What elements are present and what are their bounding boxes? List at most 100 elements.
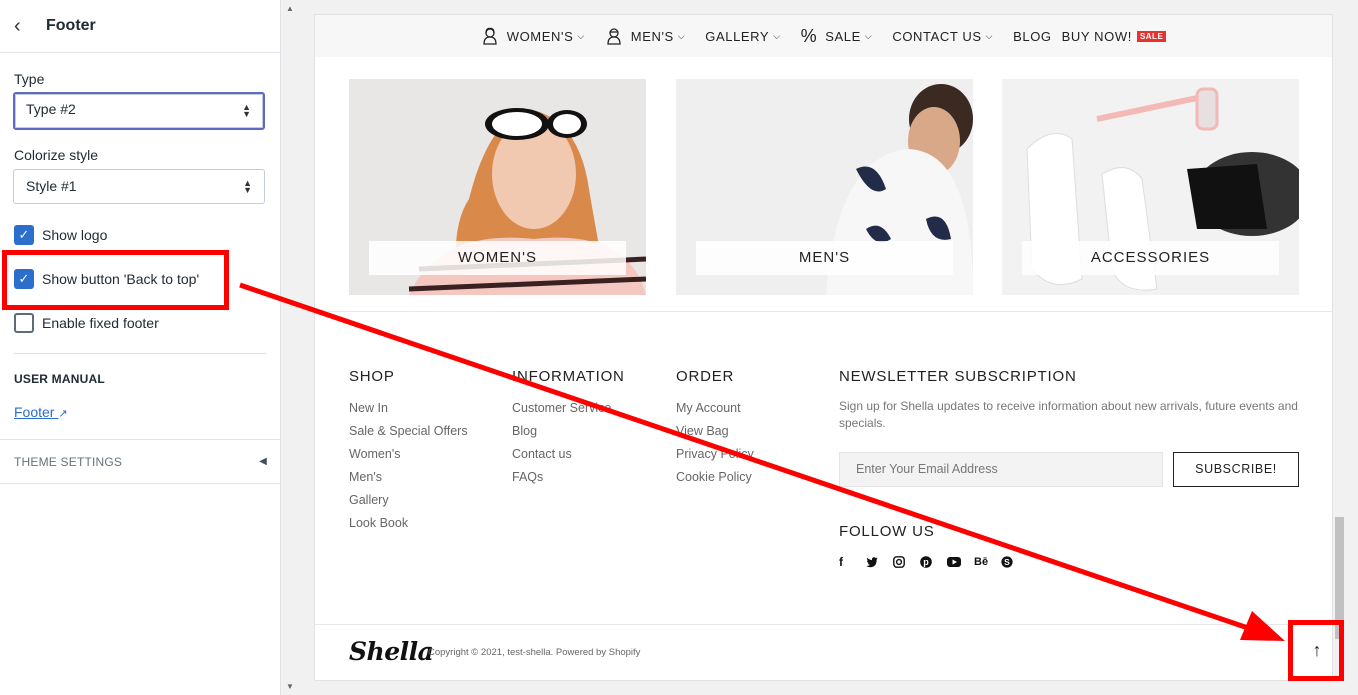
type-label: Type [14, 71, 45, 87]
scroll-down-icon[interactable]: ▼ [286, 682, 294, 691]
newsletter-text: Sign up for Shella updates to receive in… [839, 399, 1298, 430]
nav-contact-label: CONTACT US [892, 28, 982, 44]
nav-womens-label: WOMEN'S [506, 28, 574, 44]
footer-link[interactable]: Cookie Policy [676, 470, 754, 493]
select-arrows-icon: ▲ ▼ [242, 102, 251, 119]
nav-sale-label: SALE [825, 28, 861, 44]
enable-fixed-footer-checkbox-row[interactable]: Enable fixed footer [14, 313, 159, 333]
twitter-icon[interactable] [866, 556, 893, 568]
show-logo-checkbox-row[interactable]: ✓ Show logo [14, 225, 107, 245]
skype-icon[interactable]: S [1001, 556, 1028, 568]
enable-fixed-footer-checkbox[interactable] [14, 313, 34, 333]
theme-settings-label: THEME SETTINGS [14, 454, 123, 469]
type-select[interactable]: Type #2 ▲ ▼ [13, 92, 265, 130]
percent-icon: % [800, 25, 818, 46]
footer-manual-link[interactable]: Footer ↗ [14, 404, 68, 420]
footer-link[interactable]: Women's [349, 447, 468, 470]
divider [315, 624, 1332, 625]
theme-settings-section[interactable]: THEME SETTINGS ◀ [0, 439, 281, 484]
man-icon [605, 27, 623, 45]
footer-link[interactable]: Men's [349, 470, 468, 493]
svg-text:S: S [1004, 557, 1010, 567]
facebook-icon[interactable]: f [839, 555, 866, 569]
colorize-style-value: Style #1 [26, 178, 77, 194]
panel-header: ‹ Footer [0, 0, 280, 53]
user-manual-title: USER MANUAL [14, 372, 105, 386]
footer-information-title: INFORMATION [512, 368, 625, 385]
pinterest-icon[interactable]: p [920, 556, 947, 568]
colorize-style-label: Colorize style [14, 147, 99, 163]
behance-icon[interactable]: Bē [974, 556, 1001, 568]
scroll-up-icon[interactable]: ▲ [286, 4, 294, 13]
nav-item-buy-now[interactable]: BUY NOW! SALE [1062, 29, 1167, 44]
footer-link[interactable]: FAQs [512, 470, 611, 493]
show-logo-label: Show logo [42, 227, 108, 243]
external-link-icon: ↗ [58, 408, 68, 420]
annotation-highlight-checkbox [2, 250, 229, 310]
footer-link[interactable]: Contact us [512, 447, 611, 470]
settings-panel: ‹ Footer Type Type #2 ▲ ▼ Colorize style … [0, 0, 281, 695]
category-card-mens[interactable]: MEN'S [676, 79, 973, 295]
caret-left-icon: ◀ [259, 456, 267, 467]
nav-item-mens[interactable]: MEN'S ⌵ [605, 27, 685, 45]
nav-item-gallery[interactable]: GALLERY ⌵ [705, 29, 780, 44]
footer-manual-link-label: Footer [14, 404, 55, 420]
category-card-womens[interactable]: WOMEN'S [349, 79, 646, 295]
footer-link[interactable]: Privacy Policy [676, 447, 754, 470]
divider [14, 353, 266, 354]
nav-gallery-label: GALLERY [705, 28, 770, 44]
divider [315, 311, 1332, 312]
store-logo[interactable]: Shella [349, 637, 434, 666]
nav-mens-label: MEN'S [630, 28, 674, 44]
back-arrow-icon[interactable]: ‹ [14, 15, 34, 38]
chevron-down-icon: ⌵ [577, 30, 585, 41]
colorize-style-select[interactable]: Style #1 ▲ ▼ [13, 169, 265, 204]
category-card-accessories[interactable]: ACCESSORIES [1002, 79, 1299, 295]
follow-us-title: FOLLOW US [839, 523, 935, 540]
nav-buy-now-label: BUY NOW! [1061, 28, 1132, 44]
nav-item-sale[interactable]: % SALE ⌵ [801, 26, 873, 47]
footer-order-list: My Account View Bag Privacy Policy Cooki… [676, 401, 754, 493]
nav-blog-label: BLOG [1013, 28, 1052, 44]
footer-link[interactable]: Customer Service [512, 401, 611, 424]
arrow-up-icon: ↑ [1312, 639, 1322, 660]
footer-shop-list: New In Sale & Special Offers Women's Men… [349, 401, 468, 539]
footer-link[interactable]: Look Book [349, 516, 468, 539]
footer-link[interactable]: New In [349, 401, 468, 424]
category-label: MEN'S [696, 241, 953, 275]
nav-item-contact[interactable]: CONTACT US ⌵ [892, 29, 993, 44]
show-logo-checkbox[interactable]: ✓ [14, 225, 34, 245]
footer-order-title: ORDER [676, 368, 735, 385]
svg-text:p: p [923, 557, 929, 567]
newsletter-title: NEWSLETTER SUBSCRIPTION [839, 368, 1077, 385]
chevron-down-icon: ⌵ [864, 30, 873, 41]
youtube-icon[interactable] [947, 557, 974, 567]
chevron-down-icon: ⌵ [985, 30, 994, 41]
footer-link[interactable]: My Account [676, 401, 754, 424]
back-to-top-button[interactable]: ↑ [1295, 626, 1339, 674]
panel-title: Footer [46, 17, 96, 34]
category-label: ACCESSORIES [1022, 241, 1279, 275]
select-arrows-icon: ▲ ▼ [243, 177, 252, 195]
footer-link[interactable]: Blog [512, 424, 611, 447]
footer-link[interactable]: Gallery [349, 493, 468, 516]
footer-link[interactable]: Sale & Special Offers [349, 424, 468, 447]
store-preview: WOMEN'S ⌵ MEN'S ⌵ GALLERY ⌵ % SALE ⌵ CON… [314, 14, 1333, 681]
preview-scrollbar[interactable] [1333, 14, 1347, 681]
footer-information-list: Customer Service Blog Contact us FAQs [512, 401, 611, 493]
subscribe-button[interactable]: SUBSCRIBE! [1173, 452, 1299, 487]
main-nav: WOMEN'S ⌵ MEN'S ⌵ GALLERY ⌵ % SALE ⌵ CON… [315, 15, 1332, 57]
chevron-down-icon: ⌵ [677, 30, 686, 41]
nav-item-blog[interactable]: BLOG [1013, 29, 1052, 44]
footer-link[interactable]: View Bag [676, 424, 754, 447]
outer-scrollbar[interactable]: ▲ ▼ [283, 0, 297, 695]
social-links: f p Bē S [839, 555, 1028, 569]
nav-item-womens[interactable]: WOMEN'S ⌵ [481, 27, 585, 45]
instagram-icon[interactable] [893, 556, 920, 568]
chevron-down-icon: ⌵ [773, 30, 781, 41]
newsletter-email-input[interactable]: Enter Your Email Address [839, 452, 1163, 487]
enable-fixed-footer-label: Enable fixed footer [42, 315, 159, 331]
sale-badge: SALE [1136, 30, 1167, 42]
footer-shop-title: SHOP [349, 368, 395, 385]
type-select-value: Type #2 [26, 101, 76, 117]
